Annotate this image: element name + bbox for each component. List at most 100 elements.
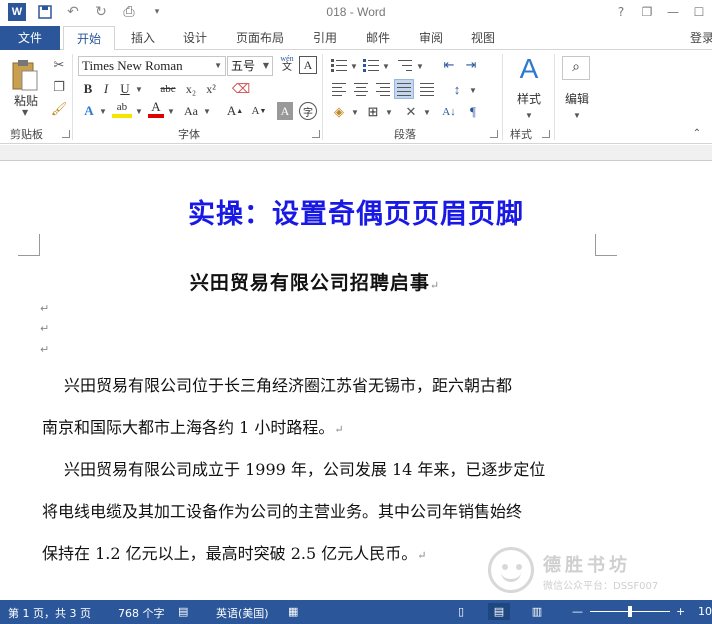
word-count[interactable]: 768 个字	[118, 605, 165, 621]
tab-file[interactable]: 文件	[0, 26, 60, 50]
binoculars-icon[interactable]: ⌕	[562, 56, 590, 80]
document-area[interactable]: 实操：设置奇偶页页眉页脚 兴田贸易有限公司招聘启事↵ ↵ ↵ ↵ 兴田贸易有限公…	[0, 162, 712, 600]
strikethrough-button[interactable]: abc	[157, 80, 179, 98]
format-painter-icon[interactable]: 🖌	[50, 100, 68, 118]
zoom-out-button[interactable]: —	[572, 605, 583, 618]
zoom-slider-thumb[interactable]	[628, 606, 632, 617]
tab-view[interactable]: 视图	[463, 26, 503, 50]
copy-icon[interactable]: ❐	[50, 78, 68, 96]
zoom-in-button[interactable]: +	[676, 605, 685, 618]
minimize-button[interactable]: —	[660, 2, 686, 22]
macro-icon[interactable]: ▦	[288, 605, 298, 618]
underline-button[interactable]: U	[116, 80, 134, 98]
align-right-icon[interactable]	[374, 81, 392, 97]
chinese-layout-icon[interactable]: ✕	[402, 103, 420, 121]
clear-formatting-icon[interactable]: ⌫	[232, 80, 250, 98]
align-center-icon[interactable]	[352, 81, 370, 97]
superscript-button[interactable]: x²	[202, 80, 220, 98]
language-indicator[interactable]: 英语(美国)	[216, 605, 269, 621]
chevron-down-icon[interactable]: ▼	[202, 102, 212, 120]
font-size-select[interactable]: 五号 ▼	[227, 56, 273, 76]
increase-indent-icon[interactable]: ⇥	[462, 56, 480, 74]
paste-dropdown-icon[interactable]: ▼	[22, 108, 28, 117]
font-size-value: 五号	[231, 59, 256, 73]
chevron-down-icon[interactable]: ▼	[134, 80, 144, 98]
page-count[interactable]: 第 1 页，共 3 页	[8, 605, 91, 621]
chevron-down-icon[interactable]: ▼	[350, 103, 360, 121]
align-left-icon[interactable]	[330, 81, 348, 97]
help-button[interactable]: ?	[608, 2, 634, 22]
word-logo-icon[interactable]: W	[8, 3, 26, 21]
enclose-characters-icon[interactable]: 字	[299, 102, 317, 120]
sign-in-link[interactable]: 登录	[690, 26, 712, 50]
chevron-down-icon[interactable]: ▼	[381, 57, 391, 75]
paragraph-launcher-icon[interactable]	[490, 130, 498, 138]
chevron-down-icon[interactable]: ▼	[422, 103, 432, 121]
change-case-icon[interactable]: Aa	[180, 102, 202, 120]
italic-button[interactable]: I	[98, 80, 114, 98]
line-spacing-icon[interactable]: ↕	[448, 81, 466, 99]
font-color-icon[interactable]: A	[148, 99, 164, 118]
undo-icon[interactable]: ↶	[64, 3, 82, 21]
chevron-down-icon[interactable]: ▼	[384, 103, 394, 121]
borders-icon[interactable]: ⊞	[364, 103, 382, 121]
cut-icon[interactable]: ✂	[50, 56, 68, 74]
sort-icon[interactable]: A↓	[440, 103, 458, 121]
tab-page-layout[interactable]: 页面布局	[230, 26, 290, 50]
font-name-select[interactable]: Times New Roman ▼	[78, 56, 226, 76]
web-layout-icon[interactable]: ▥	[526, 603, 548, 620]
proofing-icon[interactable]: ▤	[178, 605, 188, 618]
shading-icon[interactable]: ◈	[330, 103, 348, 121]
phonetic-guide-button[interactable]: wén 文	[277, 54, 297, 73]
read-mode-icon[interactable]: ▯	[450, 603, 472, 620]
styles-launcher-icon[interactable]	[542, 130, 550, 138]
show-formatting-icon[interactable]: ¶	[464, 103, 482, 121]
editing-button-label[interactable]: 编辑	[565, 90, 589, 107]
character-shading-icon[interactable]: A	[277, 102, 293, 120]
styles-button-label[interactable]: 样式	[517, 90, 541, 107]
maximize-button[interactable]: ☐	[686, 2, 712, 22]
character-border-icon[interactable]: A	[299, 56, 317, 74]
tab-review[interactable]: 审阅	[411, 26, 451, 50]
collapse-ribbon-icon[interactable]: ⌃	[690, 124, 704, 142]
decrease-indent-icon[interactable]: ⇤	[440, 56, 458, 74]
tab-insert[interactable]: 插入	[123, 26, 163, 50]
numbering-icon[interactable]	[362, 57, 380, 73]
text-effects-icon[interactable]: A	[80, 102, 98, 120]
clipboard-launcher-icon[interactable]	[62, 130, 70, 138]
chevron-down-icon[interactable]: ▼	[349, 57, 359, 75]
print-preview-icon[interactable]: ⎙	[120, 3, 138, 21]
chevron-down-icon[interactable]: ▼	[98, 102, 108, 120]
customize-qat-icon[interactable]: ▾	[148, 3, 166, 21]
document-title: 兴田贸易有限公司招聘启事↵	[0, 268, 630, 295]
bullets-icon[interactable]	[330, 57, 348, 73]
highlight-icon[interactable]: ab	[112, 100, 132, 118]
zoom-level[interactable]: 10	[698, 605, 712, 618]
styles-icon[interactable]: A	[514, 53, 544, 84]
chevron-down-icon[interactable]: ▼	[524, 106, 534, 124]
ribbon-display-button[interactable]: ❐	[634, 2, 660, 22]
chevron-down-icon[interactable]: ▼	[166, 102, 176, 120]
print-layout-icon[interactable]: ▤	[488, 603, 510, 620]
chevron-down-icon[interactable]: ▼	[134, 102, 144, 120]
crop-mark	[18, 234, 40, 256]
multilevel-list-icon[interactable]	[396, 57, 414, 73]
chevron-down-icon[interactable]: ▼	[468, 81, 478, 99]
redo-icon[interactable]: ↻	[92, 3, 110, 21]
subscript-button[interactable]: x₂	[182, 80, 200, 98]
grow-font-icon[interactable]: A ▲	[226, 102, 244, 120]
tab-mailings[interactable]: 邮件	[358, 26, 398, 50]
tab-home[interactable]: 开始	[63, 26, 115, 51]
tab-design[interactable]: 设计	[175, 26, 215, 50]
bold-button[interactable]: B	[80, 80, 96, 98]
distributed-icon[interactable]	[418, 81, 436, 97]
paste-icon[interactable]	[10, 58, 40, 92]
font-launcher-icon[interactable]	[312, 130, 320, 138]
justify-icon[interactable]	[394, 79, 414, 99]
tab-references[interactable]: 引用	[305, 26, 345, 50]
shrink-font-icon[interactable]: A ▼	[250, 102, 268, 120]
chevron-down-icon[interactable]: ▼	[415, 57, 425, 75]
paste-label[interactable]: 粘贴	[14, 92, 38, 109]
save-icon[interactable]	[36, 3, 54, 21]
chevron-down-icon[interactable]: ▼	[572, 106, 582, 124]
